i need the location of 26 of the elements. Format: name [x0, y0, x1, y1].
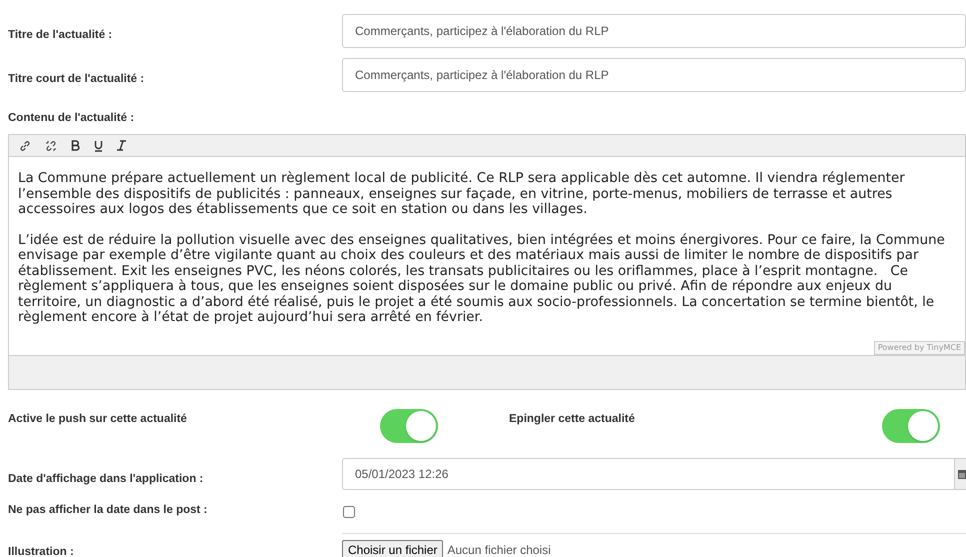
date-field[interactable]: 05/01/2023 12:26	[342, 458, 955, 490]
calendar-icon[interactable]	[958, 469, 966, 479]
field-label: Ne pas afficher la date dans le post :	[8, 504, 208, 516]
toggle-switch[interactable]	[380, 409, 438, 443]
unlink-icon[interactable]	[45, 140, 57, 152]
field-label: Illustration :	[8, 546, 74, 557]
underline-icon[interactable]	[94, 140, 103, 152]
choose-file-button[interactable]: Choisir un fichier	[342, 540, 444, 557]
bold-icon[interactable]	[71, 140, 80, 151]
text-field[interactable]: Commerçants, participez à l'élaboration du RLP	[342, 14, 966, 48]
paragraph: La Commune prépare actuellement un règlement local de publicité. Ce RLP sera applicable dès cet automne. Il viendra réglementer l’ensemble des dispositifs de publicités : panneaux, enseignes sur façade, en vitrine, porte-menus, mobiliers de terrasse et autres accessoires aux logos des établissements que ce soit en station ou dans les villages.	[18, 171, 906, 218]
file-status: Aucun fichier choisi	[447, 542, 551, 557]
field-label: Date d'affichage dans l'application :	[8, 473, 204, 485]
powered-by-label: Powered by TinyMCE	[874, 341, 965, 355]
checkbox[interactable]	[343, 506, 355, 518]
link-icon[interactable]	[19, 140, 31, 152]
field-label: Active le push sur cette actualité	[8, 413, 187, 425]
field-label: Epingler cette actualité	[509, 413, 635, 425]
field-label: Titre court de l'actualité :	[8, 73, 144, 85]
toggle-switch[interactable]	[882, 409, 940, 443]
italic-icon[interactable]	[117, 140, 126, 151]
paragraph: L’idée est de réduire la pollution visuelle avec des enseignes qualitatives, bien intégrées et moins énergivores. Pour ce faire, la Commune envisage par exemple d’être vigilante quant au choix des couleurs et des matériaux mais aussi de limiter le nombre de dispositifs par établissement. Exit les enseignes PVC, les néons colorés, les transats publicitaires ou les oriflammes, place à l’esprit montagne. Ce règlement s’appliquera à tous, que les enseignes soient disposées sur le domaine public ou privé. Afin de répondre aux enjeux du territoire, un diagnostic a d’abord été réalisé, puis le projet a été soumis aux socio-professionnels. La concertation se termine bientôt, le règlement encore à l’état de projet aujourd’hui sera arrêté en février.	[18, 232, 945, 326]
field-label: Titre de l'actualité :	[8, 29, 112, 41]
field-label: Contenu de l'actualité :	[8, 112, 134, 124]
text-field[interactable]: Commerçants, participez à l'élaboration du RLP	[342, 58, 966, 92]
calendar-button[interactable]	[955, 458, 966, 490]
